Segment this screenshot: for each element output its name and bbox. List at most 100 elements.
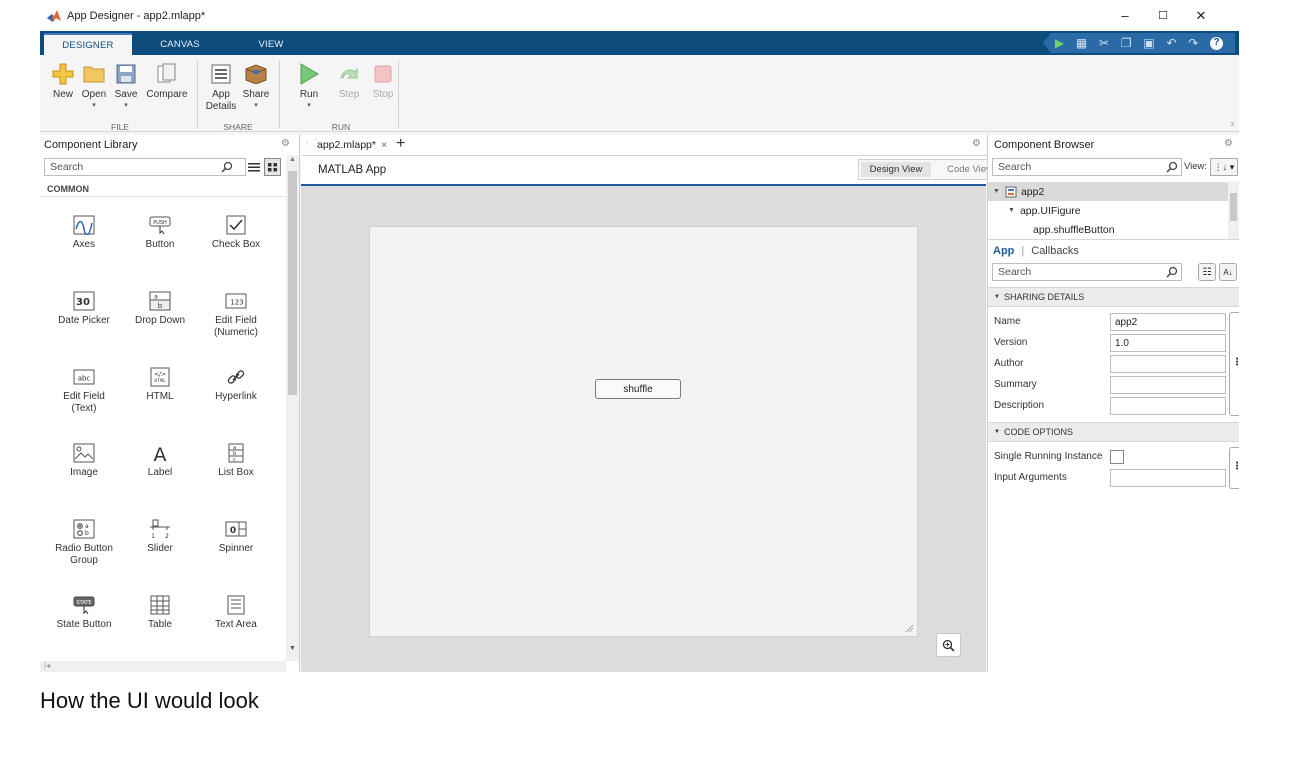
tab-designer[interactable]: DESIGNER xyxy=(44,33,132,55)
input-arguments-field[interactable] xyxy=(1110,469,1226,487)
cut-icon[interactable]: ✂ xyxy=(1099,37,1109,49)
code-options-header[interactable]: ▼ CODE OPTIONS xyxy=(988,422,1239,442)
tab-callbacks[interactable]: Callbacks xyxy=(1031,245,1079,257)
library-title: Component Library xyxy=(44,139,138,151)
tree-scrollbar[interactable] xyxy=(1228,181,1239,239)
component-checkbox[interactable]: Check Box xyxy=(198,215,274,251)
compare-button[interactable]: Compare xyxy=(144,62,190,101)
name-field[interactable]: app2 xyxy=(1110,313,1226,331)
ui-figure[interactable]: shuffle xyxy=(369,226,918,637)
view-options-dropdown[interactable]: ⋮↓ ▾ xyxy=(1210,158,1238,176)
component-push-button[interactable]: PUSH Button xyxy=(122,215,198,251)
app-details-button[interactable]: App Details xyxy=(204,62,238,113)
tree-scroll-thumb[interactable] xyxy=(1230,193,1237,221)
copy-icon[interactable]: ❐ xyxy=(1121,37,1132,49)
tab-view[interactable]: VIEW xyxy=(236,33,306,55)
author-field[interactable] xyxy=(1110,355,1226,373)
document-tab[interactable]: app2.mlapp* × xyxy=(313,137,387,153)
component-slider[interactable]: 1 2 Slider xyxy=(122,519,198,555)
library-scroll-thumb[interactable] xyxy=(288,171,297,395)
resize-grip-icon[interactable] xyxy=(904,623,914,633)
component-table[interactable]: Table xyxy=(122,595,198,631)
open-button[interactable]: Open ▾ xyxy=(80,62,108,110)
design-view-button[interactable]: Design View xyxy=(861,162,931,177)
version-field[interactable]: 1.0 xyxy=(1110,334,1226,352)
prop-row-version: Version 1.0 xyxy=(988,333,1228,354)
sharing-more-button[interactable]: ⋮ xyxy=(1229,312,1239,416)
library-options-icon[interactable]: ⚙ xyxy=(281,138,290,149)
tree-label: app2 xyxy=(1020,185,1045,198)
scroll-down-icon[interactable]: ▼ xyxy=(289,645,296,652)
grid-view-icon[interactable] xyxy=(264,158,281,176)
component-hyperlink[interactable]: Hyperlink xyxy=(198,367,274,403)
paste-icon[interactable]: ▣ xyxy=(1143,37,1154,49)
scroll-up-icon[interactable]: ▲ xyxy=(289,156,296,163)
tab-app[interactable]: App xyxy=(993,245,1014,257)
expand-icon[interactable]: ▼ xyxy=(993,188,1000,195)
new-button[interactable]: New xyxy=(48,62,78,101)
tree-node-shufflebutton[interactable]: app.shuffleButton xyxy=(988,220,1115,239)
run-button[interactable]: Run ▾ xyxy=(294,62,324,110)
tree-node-uifigure[interactable]: ▼ app.UIFigure xyxy=(988,201,1081,220)
component-spinner[interactable]: 0 Spinner xyxy=(198,519,274,555)
description-field[interactable] xyxy=(1110,397,1226,415)
component-image[interactable]: Image xyxy=(46,443,122,479)
expand-icon[interactable]: ▼ xyxy=(1008,207,1015,214)
help-icon[interactable]: ? xyxy=(1210,36,1224,50)
stop-button[interactable]: Stop xyxy=(368,62,398,101)
tree-node-app2[interactable]: ▼ app2 xyxy=(988,182,1228,201)
shuffle-button[interactable]: shuffle xyxy=(595,379,681,399)
run-icon[interactable]: ▶ xyxy=(1055,37,1064,49)
redo-icon[interactable]: ↷ xyxy=(1188,37,1198,49)
close-tab-icon[interactable]: × xyxy=(381,139,387,151)
svg-text:b: b xyxy=(158,302,163,310)
prop-label: Description xyxy=(994,400,1045,411)
list-view-icon[interactable] xyxy=(247,161,261,173)
component-drop-down[interactable]: a b Drop Down xyxy=(122,291,198,327)
sort-alpha-icon[interactable]: A↓ xyxy=(1219,263,1237,281)
component-numeric-field[interactable]: 123 Edit Field (Numeric) xyxy=(198,291,274,339)
library-scrollbar[interactable]: ▲ ▼ xyxy=(286,155,299,661)
component-html[interactable]: </> HTML HTML xyxy=(122,367,198,403)
single-instance-checkbox[interactable] xyxy=(1110,450,1124,464)
component-state-button[interactable]: STATE State Button xyxy=(46,595,122,631)
editor-options-icon[interactable]: ⚙ xyxy=(972,138,981,149)
group-view-icon[interactable]: ☷ xyxy=(1198,263,1216,281)
library-search-input[interactable]: Search xyxy=(44,158,246,176)
save-icon[interactable]: ▦ xyxy=(1076,37,1087,49)
code-more-button[interactable]: ⋮ xyxy=(1229,447,1239,489)
share-button[interactable]: Share ▾ xyxy=(240,62,272,110)
tab-canvas[interactable]: CANVAS xyxy=(140,33,220,55)
collapse-ribbon-icon[interactable]: ⩡ xyxy=(1230,119,1235,130)
text-field-icon: abc xyxy=(73,367,95,387)
minimize-button[interactable]: – xyxy=(1106,0,1144,31)
component-text-field[interactable]: abc Edit Field (Text) xyxy=(46,367,122,415)
toolstrip-tabs: DESIGNER CANVAS VIEW ▶ ▦ ✂ ❐ ▣ ↶ ↷ ? xyxy=(40,31,1239,55)
add-tab-icon[interactable]: + xyxy=(396,135,405,153)
component-radio-group[interactable]: a b Radio Button Group xyxy=(46,519,122,567)
component-axes[interactable]: Axes xyxy=(46,215,122,251)
component-text-area[interactable]: Text Area xyxy=(198,595,274,631)
component-date-picker[interactable]: 30 Date Picker xyxy=(46,291,122,327)
drop-down-icon: ab xyxy=(149,291,171,311)
drag-handle-icon[interactable]: ⋮ xyxy=(303,139,311,148)
browser-options-icon[interactable]: ⚙ xyxy=(1224,138,1233,149)
component-list-box[interactable]: a b c List Box xyxy=(198,443,274,479)
close-button[interactable]: ✕ xyxy=(1182,0,1220,31)
browser-search-input[interactable]: Search xyxy=(992,158,1182,176)
undo-icon[interactable]: ↶ xyxy=(1166,37,1176,49)
step-button[interactable]: Step xyxy=(332,62,366,101)
sharing-details-header[interactable]: ▼ SHARING DETAILS xyxy=(988,287,1239,307)
component-label[interactable]: A Label xyxy=(122,443,198,479)
library-hscrollbar[interactable]: |◂ xyxy=(40,661,286,672)
svg-text:PUSH: PUSH xyxy=(153,220,167,226)
summary-field[interactable] xyxy=(1110,376,1226,394)
svg-text:a: a xyxy=(85,523,89,530)
maximize-button[interactable]: ☐ xyxy=(1144,0,1182,31)
zoom-button[interactable] xyxy=(936,633,961,657)
save-button[interactable]: Save ▾ xyxy=(112,62,140,110)
prop-row-author: Author xyxy=(988,354,1228,375)
scroll-left-icon[interactable]: |◂ xyxy=(44,661,50,670)
property-search-input[interactable]: Search xyxy=(992,263,1182,281)
component-browser-panel: Component Browser ⚙ Search View: ⋮↓ ▾ ▼ … xyxy=(987,135,1239,672)
